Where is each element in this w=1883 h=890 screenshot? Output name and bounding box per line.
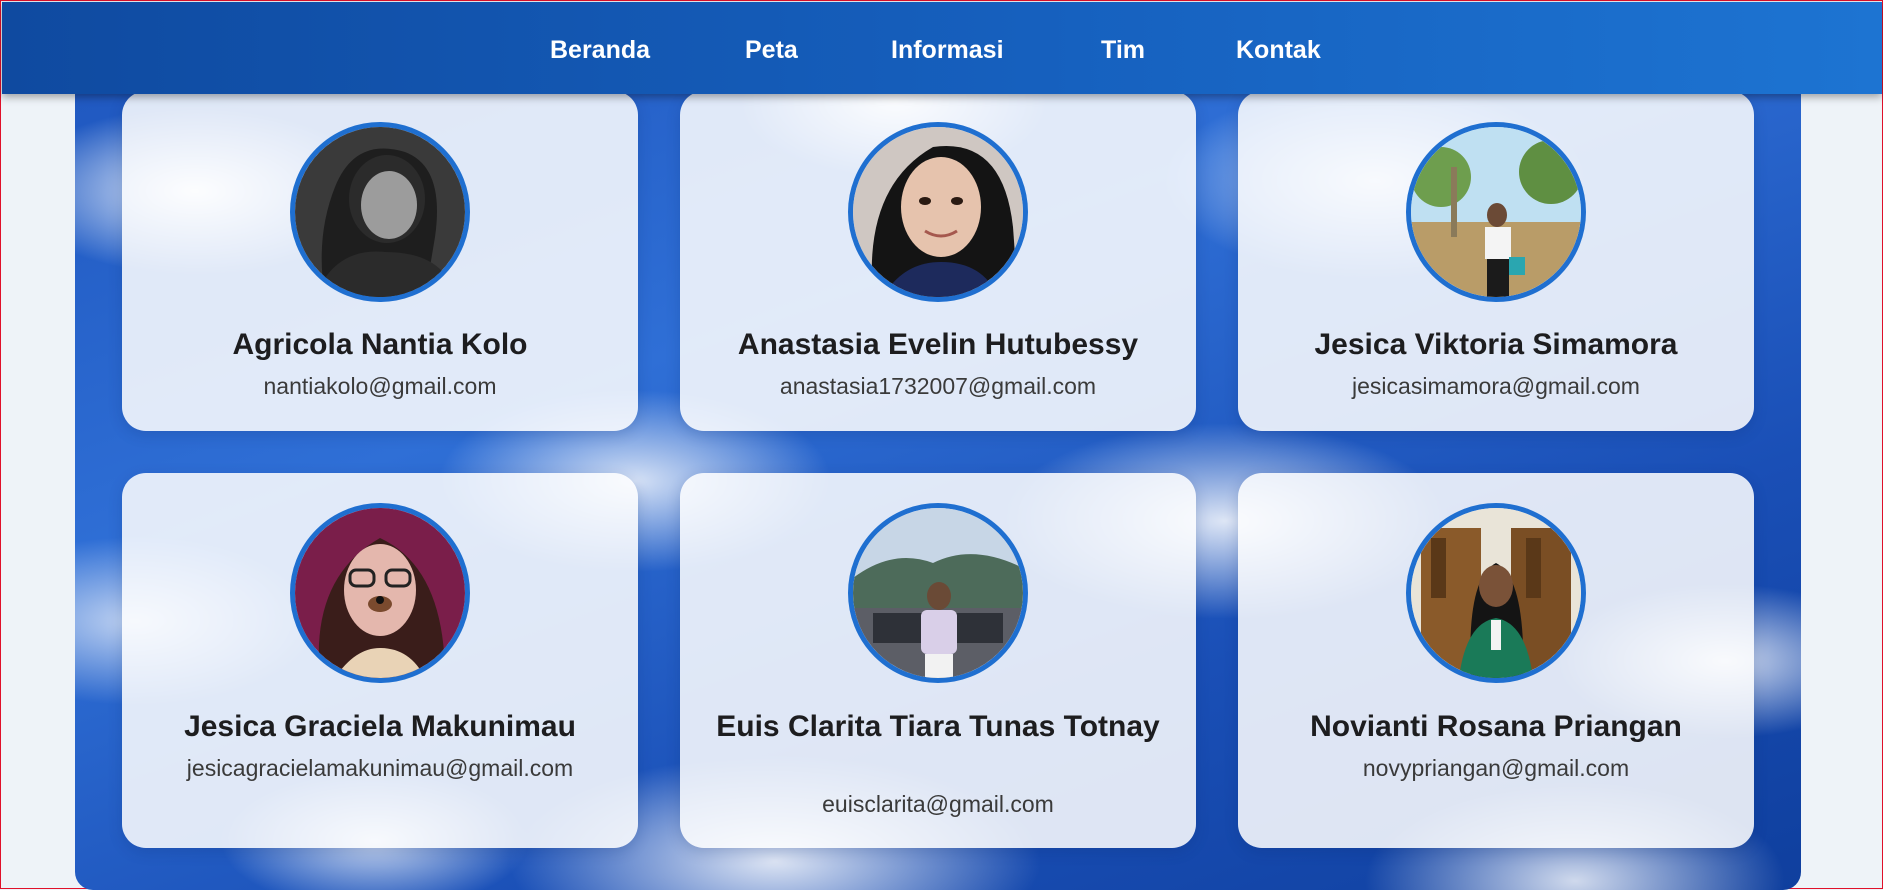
top-navbar: Beranda Peta Informasi Tim Kontak [2, 2, 1882, 94]
team-card: Anastasia Evelin Hutubessy anastasia1732… [680, 91, 1196, 431]
avatar-photo [848, 503, 1028, 683]
nav-kontak[interactable]: Kontak [1236, 35, 1321, 65]
nav-tim[interactable]: Tim [1101, 35, 1145, 65]
member-name: Euis Clarita Tiara Tunas Totnay [716, 710, 1160, 743]
member-name: Jesica Viktoria Simamora [1314, 328, 1678, 361]
avatar-photo [1406, 503, 1586, 683]
member-name: Anastasia Evelin Hutubessy [737, 328, 1139, 361]
avatar-photo [290, 122, 470, 302]
team-card: Agricola Nantia Kolo nantiakolo@gmail.co… [122, 91, 638, 431]
team-card: Jesica Viktoria Simamora jesicasimamora@… [1238, 91, 1754, 431]
member-name: Jesica Graciela Makunimau [184, 710, 576, 743]
member-name: Agricola Nantia Kolo [232, 328, 528, 361]
member-name: Novianti Rosana Priangan [1310, 710, 1682, 743]
member-email: nantiakolo@gmail.com [263, 373, 497, 399]
member-email: euisclarita@gmail.com [822, 791, 1054, 817]
nav-beranda[interactable]: Beranda [550, 35, 650, 65]
avatar-photo [1406, 122, 1586, 302]
member-email: novypriangan@gmail.com [1362, 755, 1630, 781]
nav-peta[interactable]: Peta [745, 35, 798, 65]
member-email: jesicasimamora@gmail.com [1352, 373, 1640, 399]
team-card: Euis Clarita Tiara Tunas Totnay euisclar… [680, 473, 1196, 848]
team-card: Novianti Rosana Priangan novypriangan@gm… [1238, 473, 1754, 848]
avatar-photo [290, 503, 470, 683]
member-email: jesicagracielamakunimau@gmail.com [186, 755, 574, 781]
avatar-photo [848, 122, 1028, 302]
team-card: Jesica Graciela Makunimau jesicagraciela… [122, 473, 638, 848]
member-email: anastasia1732007@gmail.com [779, 373, 1097, 399]
nav-informasi[interactable]: Informasi [891, 35, 1004, 65]
